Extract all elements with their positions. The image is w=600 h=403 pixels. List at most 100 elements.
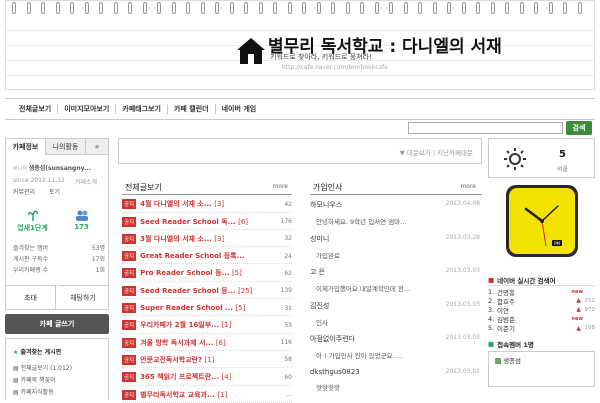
post-title[interactable]: 별무리독서학교 교육과... [1]	[140, 390, 274, 400]
temperature: 5	[559, 149, 566, 160]
greetings-section: 가입인사 more 하모니우스 2013.04.08 안녕하세요. 9학년 입서연 …	[310, 180, 482, 400]
greeting-date: 2013.03.03	[445, 300, 480, 308]
notice-badge: 공지	[122, 372, 137, 383]
menu-games[interactable]: 네이버 게임	[214, 104, 263, 114]
tab-my-activity[interactable]: 나의활동	[46, 139, 86, 155]
list-item[interactable]: dksthgus0823 2013.03.02 핫핫핫핫	[310, 368, 480, 392]
svg-text:PM: PM	[554, 241, 560, 246]
house-icon	[237, 38, 265, 64]
list-item[interactable]: 고 은 2013.03.03 이제가입했어요 내일계학인데 전...	[310, 267, 480, 293]
post-title[interactable]: 겨울 방학 독서과제 서... [6]	[140, 338, 274, 348]
list-item[interactable]: 성미니 2013.03.28 가입완료	[310, 234, 480, 260]
notice-badge: 공지	[122, 268, 137, 279]
top-menu: 전체글보기 이미지모아보기 카페태그보기 카페 캘린더 네이버 게임	[5, 98, 595, 120]
since-date: since 2012.11.12	[13, 177, 65, 184]
ranking-row[interactable]: 5. 이준기 ▲ 198	[488, 324, 595, 333]
front-page-box: ▼ 대문보기 | 지난카페대문	[118, 138, 482, 164]
manager-name[interactable]: 생종섬(sunsangny...	[29, 165, 91, 172]
rank-label: 토기	[49, 189, 61, 196]
post-title[interactable]: Seed Reader School 독... [6]	[140, 217, 274, 227]
cafe-intro-link[interactable]: 카페소개	[75, 177, 97, 186]
post-views: 24	[284, 252, 292, 260]
online-title: 접속멤버 1명	[497, 340, 534, 349]
table-row[interactable]: 공지 Pro Reader School 등... [5] 62	[122, 266, 292, 282]
cafe-manage-link[interactable]: 커뮤관리	[13, 189, 35, 196]
post-title[interactable]: 4월 다니엘의 서재 소... [3]	[140, 199, 274, 209]
manager-label: 매니저	[13, 166, 27, 172]
members-icon	[76, 210, 88, 221]
front-page-link[interactable]: ▼ 대문보기	[400, 149, 431, 157]
table-row[interactable]: 공지 Seed Reader School 독... [6] 176	[122, 214, 292, 230]
cafe-search-input[interactable]	[408, 122, 563, 134]
post-views: 53	[284, 321, 292, 329]
post-views: 42	[284, 200, 292, 208]
post-views: ...	[286, 391, 292, 399]
chat-button[interactable]: 채팅하기	[58, 285, 108, 309]
greetings-title[interactable]: 가입인사	[313, 182, 342, 193]
table-row[interactable]: 공지 우리카페가 2월 16일부... [1] 53	[122, 318, 292, 334]
greeting-message[interactable]: 이제가입했어요 내일계학인데 전...	[316, 283, 480, 293]
post-title[interactable]: Great Reader School 등록...	[140, 251, 274, 261]
greeting-message[interactable]: 아 ! 가입인사 칸이 있었군요. ...	[316, 350, 480, 360]
rank-number: 1.	[488, 287, 495, 296]
list-item[interactable]: 아점없이주련다 2013.03.03 아 ! 가입인사 칸이 있었군요. ...	[310, 334, 480, 360]
greeting-date: 2013.04.08	[445, 200, 480, 207]
favorite-boards: ★ 즐겨찾는 게시판 ▤ 전체글보기 (1,012) ▤ 카페북 책꽂이 ▤ 카…	[5, 338, 109, 400]
notice-badge: 공지	[122, 251, 137, 262]
all-posts-title[interactable]: 전체글보기	[125, 182, 162, 193]
all-posts-more[interactable]: more	[272, 183, 288, 190]
post-title[interactable]: 안문교전독서학교란? [1]	[140, 355, 274, 365]
post-views: 139	[280, 287, 292, 295]
fav-item-all[interactable]: 전체글보기 (1,012)	[21, 365, 72, 372]
menu-all-posts[interactable]: 전체글보기	[13, 104, 57, 114]
members-count[interactable]: 173	[57, 223, 106, 231]
fav-item-bookshelf[interactable]: 카페북 책꽂이	[21, 377, 56, 384]
past-front-page-link[interactable]: 지난카페대문	[437, 149, 473, 157]
table-row[interactable]: 공지 4월 다니엘의 서재 소... [3] 42	[122, 197, 292, 213]
ranking-title[interactable]: 네이버 실시간 검색어	[497, 275, 555, 285]
sprout-icon	[28, 210, 38, 221]
rank-keyword[interactable]: 이준기	[497, 323, 576, 333]
menu-images[interactable]: 이미지모아보기	[57, 104, 115, 114]
table-row[interactable]: 공지 Seed Reader School 등... [25] 139	[122, 284, 292, 299]
online-icon: ■	[488, 339, 495, 348]
rank-number: 2.	[488, 296, 495, 305]
notice-badge: 공지	[122, 285, 137, 296]
menu-tags[interactable]: 카페태그보기	[115, 104, 167, 114]
post-title[interactable]: 365 책읽기 프로젝트란... [4]	[140, 372, 274, 382]
table-row[interactable]: 공지 Great Reader School 등록... 24	[122, 249, 292, 265]
greeting-message[interactable]: 인사	[316, 317, 480, 327]
greetings-more[interactable]: more	[460, 183, 476, 190]
table-row[interactable]: 공지 Super Reader School ... [5] 31	[122, 301, 292, 317]
invite-button[interactable]: 초대	[6, 285, 56, 309]
list-item[interactable]: 김진성 2013.03.03 인사	[310, 301, 480, 327]
table-row[interactable]: 공지 안문교전독서학교란? [1] 58	[122, 353, 292, 369]
level-tile: 업새1단계	[8, 201, 57, 241]
notice-badge: 공지	[122, 233, 137, 244]
table-row[interactable]: 공지 별무리독서학교 교육과... [1]...	[122, 387, 292, 403]
post-views: 58	[284, 356, 292, 364]
online-member-icon	[495, 357, 501, 364]
post-title[interactable]: Seed Reader School 등... [25]	[140, 286, 274, 296]
tab-cafe-info[interactable]: 카페정보	[6, 139, 46, 155]
greeting-message[interactable]: 핫핫핫핫	[316, 382, 480, 392]
table-row[interactable]: 공지 겨울 방학 독서과제 서... [6] 116	[122, 335, 292, 351]
greeting-message[interactable]: 안녕하세요. 9학년 입서연 엄마...	[316, 216, 480, 226]
table-row[interactable]: 공지 365 책읽기 프로젝트란... [4] 60	[122, 370, 292, 386]
post-title[interactable]: Pro Reader School 등... [5]	[140, 268, 274, 278]
greeting-message[interactable]: 가입완료	[316, 250, 480, 260]
online-member[interactable]: 생종섬	[503, 357, 521, 365]
table-row[interactable]: 공지 3월 다니엘의 서재 소... [3] 32	[122, 232, 292, 248]
post-title[interactable]: 3월 다니엘의 서재 소... [3]	[140, 234, 274, 244]
list-item[interactable]: 하모니우스 2013.04.08 안녕하세요. 9학년 입서연 엄마...	[310, 200, 480, 226]
write-post-button[interactable]: 카페 글쓰기	[5, 314, 109, 334]
greeting-date: 2013.03.03	[445, 334, 480, 341]
board-icon: ▤	[13, 365, 19, 372]
post-title[interactable]: Super Reader School ... [5]	[140, 304, 274, 312]
tab-favorite[interactable]: ★	[86, 139, 108, 155]
search-button[interactable]: 검색	[566, 121, 592, 135]
weather-widget: 5 서울	[488, 138, 595, 178]
menu-calendar[interactable]: 카페 캘린더	[166, 104, 215, 114]
fav-item-knowledge[interactable]: 카페지식활동	[21, 389, 54, 396]
post-title[interactable]: 우리카페가 2월 16일부... [1]	[140, 320, 274, 330]
